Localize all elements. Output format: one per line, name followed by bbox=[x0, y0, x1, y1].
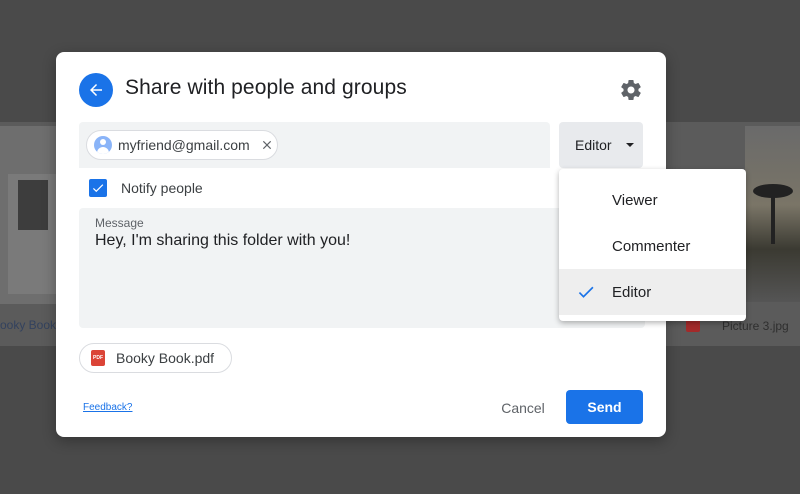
role-label: Editor bbox=[575, 137, 612, 153]
avatar bbox=[94, 136, 112, 154]
arrow-left-icon bbox=[90, 84, 102, 96]
dialog-title: Share with people and groups bbox=[125, 76, 407, 99]
feedback-link[interactable]: Feedback? bbox=[83, 402, 132, 413]
notify-checkbox[interactable] bbox=[89, 179, 107, 197]
close-icon[interactable] bbox=[260, 138, 274, 152]
back-button[interactable] bbox=[79, 73, 113, 107]
message-label: Message bbox=[95, 216, 144, 230]
menu-item-label: Commenter bbox=[612, 237, 691, 255]
attachment-chip[interactable]: PDF Booky Book.pdf bbox=[79, 343, 232, 373]
message-text[interactable]: Hey, I'm sharing this folder with you! bbox=[95, 232, 629, 250]
cancel-button[interactable]: Cancel bbox=[492, 391, 554, 425]
attachment-name: Booky Book.pdf bbox=[116, 350, 215, 366]
background-thumbnail-right bbox=[745, 126, 800, 302]
caret-down-icon bbox=[625, 143, 634, 147]
gear-icon[interactable] bbox=[619, 78, 643, 102]
recipient-chip[interactable]: myfriend@gmail.com bbox=[86, 130, 278, 160]
menu-item-viewer[interactable]: Viewer bbox=[559, 177, 746, 223]
recipient-email: myfriend@gmail.com bbox=[118, 137, 250, 153]
notify-row: Notify people bbox=[89, 179, 203, 197]
background-thumbnail-left bbox=[0, 126, 62, 304]
pdf-icon: PDF bbox=[91, 350, 105, 366]
menu-item-commenter[interactable]: Commenter bbox=[559, 223, 746, 269]
checkmark-icon bbox=[92, 184, 104, 193]
recipients-input[interactable]: myfriend@gmail.com bbox=[79, 122, 550, 168]
background-caption-left: ooky Book bbox=[0, 318, 57, 332]
role-menu: Viewer Commenter Editor bbox=[559, 169, 746, 321]
send-button[interactable]: Send bbox=[566, 390, 643, 424]
check-icon bbox=[578, 286, 594, 298]
menu-item-label: Editor bbox=[612, 283, 652, 301]
menu-item-label: Viewer bbox=[612, 191, 658, 209]
background-caption-right: Picture 3.jpg bbox=[722, 319, 789, 333]
notify-label: Notify people bbox=[121, 180, 203, 196]
role-dropdown-button[interactable]: Editor bbox=[559, 122, 643, 168]
menu-item-editor[interactable]: Editor bbox=[559, 269, 746, 315]
